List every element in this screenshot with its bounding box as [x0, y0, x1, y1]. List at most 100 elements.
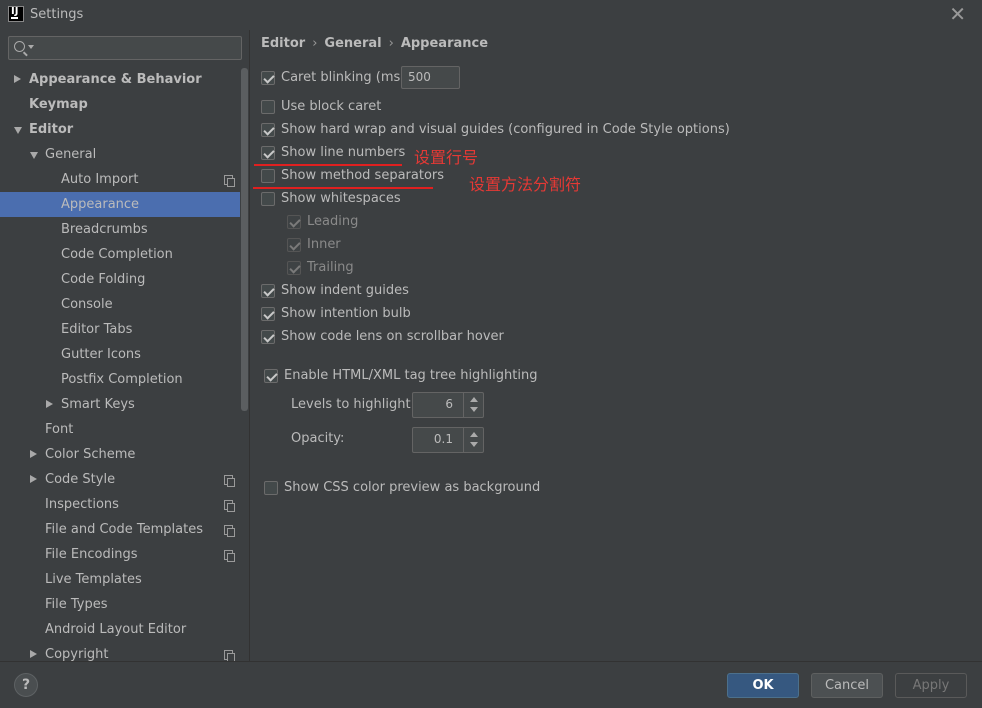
checkbox-label: Show code lens on scrollbar hover — [281, 329, 504, 344]
spinner-buttons[interactable] — [463, 393, 483, 417]
spinner-buttons[interactable] — [463, 428, 483, 452]
checkbox-label: Show CSS color preview as background — [284, 480, 541, 495]
sidebar-item-auto-import[interactable]: Auto Import — [0, 167, 240, 192]
sidebar-item-color-scheme[interactable]: Color Scheme — [0, 442, 240, 467]
sidebar-item-font[interactable]: Font — [0, 417, 240, 442]
opacity-value[interactable]: 0.1 — [434, 432, 453, 446]
close-icon[interactable]: ✕ — [949, 3, 966, 25]
sidebar-item-file-encodings[interactable]: File Encodings — [0, 542, 240, 567]
spinner-down-icon[interactable] — [470, 442, 478, 447]
sidebar-item-label: Live Templates — [45, 572, 142, 587]
sidebar-item-label: File and Code Templates — [45, 522, 203, 537]
sidebar-item-gutter-icons[interactable]: Gutter Icons — [0, 342, 240, 367]
sidebar-item-label: Font — [45, 422, 74, 437]
sidebar-item-inspections[interactable]: Inspections — [0, 492, 240, 517]
levels-value[interactable]: 6 — [445, 397, 453, 411]
checkbox[interactable] — [261, 100, 275, 114]
checkbox — [287, 261, 301, 275]
opacity-label: Opacity: — [291, 431, 345, 446]
expanded-arrow-icon[interactable] — [30, 152, 38, 159]
search-box[interactable] — [8, 36, 242, 60]
checkbox[interactable] — [261, 146, 275, 160]
caret-blinking-checkbox[interactable]: Caret blinking (ms): — [261, 68, 410, 88]
sidebar-item-label: Editor Tabs — [61, 322, 133, 337]
sidebar-item-label: Copyright — [45, 647, 109, 661]
intellij-logo-icon — [8, 6, 24, 22]
sidebar-scrollbar[interactable] — [241, 68, 248, 411]
project-settings-icon — [224, 550, 235, 562]
checkbox-label: Enable HTML/XML tag tree highlighting — [284, 368, 538, 383]
collapsed-arrow-icon[interactable] — [30, 475, 37, 483]
sidebar-item-label: Code Completion — [61, 247, 173, 262]
opacity-spinner[interactable]: 0.1 — [412, 427, 484, 453]
sidebar-item-label: File Types — [45, 597, 108, 612]
project-settings-icon — [224, 525, 235, 537]
checkbox[interactable] — [264, 481, 278, 495]
checkbox-label: Show indent guides — [281, 283, 409, 298]
sidebar-item-android-layout-editor[interactable]: Android Layout Editor — [0, 617, 240, 642]
help-button[interactable]: ? — [14, 673, 38, 697]
sidebar-item-keymap[interactable]: Keymap — [0, 92, 240, 117]
levels-spinner[interactable]: 6 — [412, 392, 484, 418]
sidebar-item-label: Keymap — [29, 97, 88, 112]
sidebar-item-file-types[interactable]: File Types — [0, 592, 240, 617]
sidebar-item-copyright[interactable]: Copyright — [0, 642, 240, 661]
search-input[interactable] — [37, 39, 237, 57]
sidebar-item-breadcrumbs[interactable]: Breadcrumbs — [0, 217, 240, 242]
checkbox[interactable] — [261, 330, 275, 344]
sidebar-item-general[interactable]: General — [0, 142, 240, 167]
sidebar-item-code-completion[interactable]: Code Completion — [0, 242, 240, 267]
sidebar-item-file-and-code-templates[interactable]: File and Code Templates — [0, 517, 240, 542]
project-settings-icon — [224, 475, 235, 487]
project-settings-icon — [224, 500, 235, 512]
sidebar-item-label: Console — [61, 297, 113, 312]
sidebar-item-code-folding[interactable]: Code Folding — [0, 267, 240, 292]
caret-blinking-input[interactable]: 500 — [401, 66, 460, 89]
sidebar-item-label: Auto Import — [61, 172, 139, 187]
ok-button[interactable]: OK — [727, 673, 799, 698]
breadcrumb-general[interactable]: General — [324, 36, 381, 51]
expanded-arrow-icon[interactable] — [14, 127, 22, 134]
sidebar-item-code-style[interactable]: Code Style — [0, 467, 240, 492]
sidebar-item-appearance-behavior[interactable]: Appearance & Behavior — [0, 67, 240, 92]
sidebar-item-postfix-completion[interactable]: Postfix Completion — [0, 367, 240, 392]
collapsed-arrow-icon[interactable] — [14, 75, 21, 83]
window-title: Settings — [30, 7, 84, 22]
cancel-button[interactable]: Cancel — [811, 673, 883, 698]
breadcrumb-appearance: Appearance — [400, 36, 489, 51]
dialog-button-bar: ? OK Cancel Apply — [0, 661, 982, 708]
breadcrumb-separator: › — [312, 36, 318, 51]
sidebar-item-editor-tabs[interactable]: Editor Tabs — [0, 317, 240, 342]
project-settings-icon — [224, 175, 235, 187]
search-options-caret-icon[interactable] — [28, 45, 34, 49]
sidebar-item-live-templates[interactable]: Live Templates — [0, 567, 240, 592]
sidebar-item-smart-keys[interactable]: Smart Keys — [0, 392, 240, 417]
collapsed-arrow-icon[interactable] — [46, 400, 53, 408]
annotation-line-numbers: 设置行号 — [414, 148, 479, 167]
checkbox[interactable] — [261, 307, 275, 321]
sidebar-item-editor[interactable]: Editor — [0, 117, 240, 142]
sidebar-item-label: Appearance — [61, 197, 140, 212]
sidebar-item-label: General — [45, 147, 97, 162]
levels-label: Levels to highlight: — [291, 397, 415, 412]
checkbox[interactable] — [261, 71, 275, 85]
collapsed-arrow-icon[interactable] — [30, 450, 37, 458]
checkbox[interactable] — [261, 169, 275, 183]
sidebar-item-appearance[interactable]: Appearance — [0, 192, 240, 217]
breadcrumb-separator: › — [388, 36, 394, 51]
checkbox[interactable] — [261, 123, 275, 137]
checkbox[interactable] — [261, 284, 275, 298]
breadcrumb-editor[interactable]: Editor — [261, 36, 305, 51]
sidebar-item-console[interactable]: Console — [0, 292, 240, 317]
checkbox-label: Trailing — [307, 260, 354, 275]
breadcrumb: Editor › General › Appearance — [261, 36, 488, 51]
checkbox[interactable] — [261, 192, 275, 206]
spinner-down-icon[interactable] — [470, 407, 478, 412]
apply-button[interactable]: Apply — [895, 673, 967, 698]
checkbox[interactable] — [264, 369, 278, 383]
search-icon — [14, 41, 25, 52]
spinner-up-icon[interactable] — [470, 432, 478, 437]
spinner-up-icon[interactable] — [470, 397, 478, 402]
sidebar-item-label: Postfix Completion — [61, 372, 183, 387]
collapsed-arrow-icon[interactable] — [30, 650, 37, 658]
